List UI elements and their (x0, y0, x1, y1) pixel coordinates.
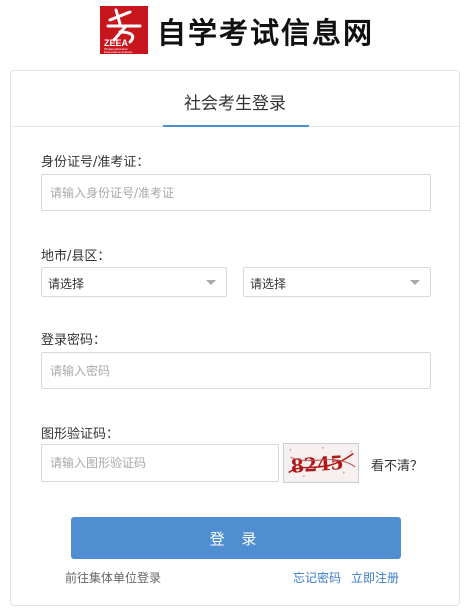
captcha-label: 图形验证码： (41, 427, 120, 442)
login-tab-header: 社会考生登录 (11, 71, 459, 127)
org-login-link[interactable]: 前往集体单位登录 (65, 569, 161, 586)
city-select[interactable]: 请选择 (41, 267, 227, 297)
tab-social-candidate-login[interactable]: 社会考生登录 (11, 89, 459, 114)
captcha-image[interactable]: 8245 (283, 443, 359, 483)
chevron-down-icon (206, 280, 216, 285)
region-label: 地市/县区： (41, 249, 111, 264)
chevron-down-icon (410, 280, 420, 285)
county-select-value: 请选择 (250, 277, 287, 291)
active-tab-indicator (163, 125, 309, 127)
password-input[interactable] (41, 352, 431, 389)
login-button[interactable]: 登 录 (71, 517, 401, 559)
id-number-input[interactable] (41, 174, 431, 211)
site-name: 自学考试信息网 (157, 16, 375, 50)
site-header: ZEEA Zhejiang Education Examinations Aut… (0, 0, 471, 62)
captcha-text: 8245 (290, 452, 344, 478)
refresh-captcha-link[interactable]: 看不清？ (371, 455, 423, 474)
captcha-input[interactable] (41, 444, 279, 482)
id-label: 身份证号/准考证： (41, 155, 150, 170)
password-label: 登录密码： (41, 333, 107, 348)
forgot-password-link[interactable]: 忘记密码 (293, 569, 341, 586)
login-card: 社会考生登录 身份证号/准考证： 地市/县区： 请选择 请选择 登录密码： 图形… (10, 70, 460, 606)
register-link[interactable]: 立即注册 (351, 569, 399, 586)
svg-text:Examinations Authority: Examinations Authority (104, 50, 133, 54)
county-select[interactable]: 请选择 (243, 267, 431, 297)
city-select-value: 请选择 (48, 277, 85, 291)
zeea-logo[interactable]: ZEEA Zhejiang Education Examinations Aut… (100, 6, 148, 54)
